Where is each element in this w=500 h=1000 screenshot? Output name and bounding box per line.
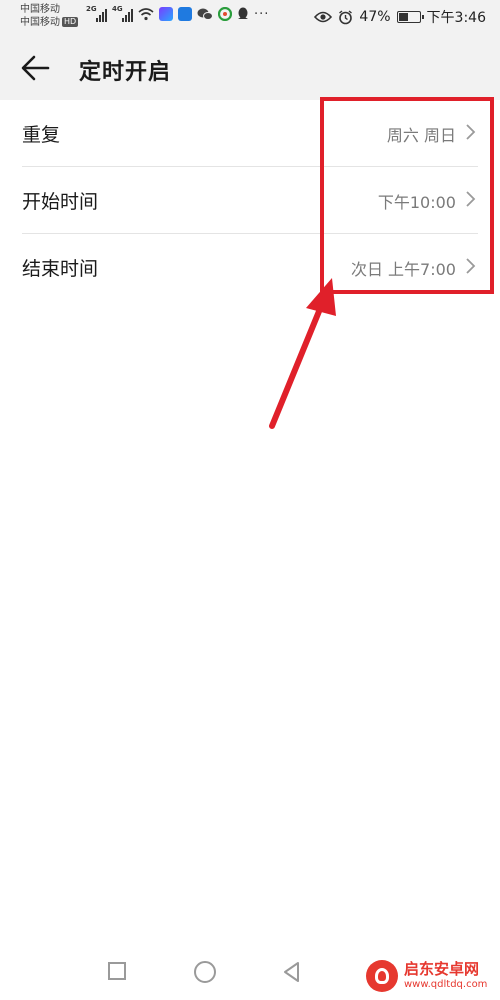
- status-bar: 中国移动 中国移动 HD 2G 4G ··· 47% 下午3:46: [0, 0, 500, 34]
- carrier-info: 中国移动 中国移动 HD: [20, 3, 79, 29]
- eye-icon: [314, 11, 333, 23]
- clock: 下午3:46: [426, 10, 486, 26]
- home-icon[interactable]: [194, 961, 216, 983]
- status-icons: 2G 4G ···: [86, 5, 270, 22]
- header: 定时开启: [0, 34, 500, 100]
- wifi-icon: [138, 8, 154, 21]
- repeat-label: 重复: [22, 124, 61, 146]
- carrier-2: 中国移动: [20, 17, 60, 28]
- hd-badge: HD: [62, 17, 79, 27]
- carrier-1: 中国移动: [20, 4, 60, 15]
- alarm-icon: [339, 9, 353, 24]
- back-icon[interactable]: [281, 961, 303, 983]
- watermark: 启东安卓网 www.qdltdq.com: [366, 956, 496, 996]
- page-title: 定时开启: [79, 60, 172, 85]
- carrier-2-row: 中国移动 HD: [20, 16, 79, 29]
- qq-icon: [238, 7, 248, 19]
- end-time-label: 结束时间: [22, 258, 99, 280]
- arrow-left-icon[interactable]: [18, 50, 54, 86]
- battery-icon: [396, 11, 424, 23]
- watermark-url: www.qdltdq.com: [404, 979, 488, 990]
- signal-icon: 2G: [86, 5, 107, 22]
- wechat-icon: [197, 8, 213, 20]
- start-time-label: 开始时间: [22, 191, 99, 213]
- watermark-name: 启东安卓网: [404, 960, 480, 978]
- screen: 中国移动 中国移动 HD 2G 4G ··· 47% 下午3:46 定时开启 重…: [0, 0, 500, 1000]
- battery-percent: 47%: [359, 9, 391, 25]
- nav-bar: 启东安卓网 www.qdltdq.com: [0, 946, 500, 1000]
- signal-icon: 4G: [112, 5, 133, 22]
- recent-apps-icon[interactable]: [108, 962, 126, 980]
- annotation-highlight-box: [320, 97, 494, 294]
- browser-icon: [218, 7, 232, 21]
- network-type-1: 2G: [86, 5, 97, 13]
- annotation-arrow-icon: [269, 278, 336, 429]
- shield-app-icon: [178, 7, 192, 21]
- battery-fill: [398, 13, 408, 21]
- more-icon: ···: [254, 6, 270, 22]
- network-type-2: 4G: [112, 5, 123, 13]
- watermark-logo-icon: [366, 960, 398, 992]
- video-app-icon: [159, 7, 173, 21]
- status-right: 47% 下午3:46: [314, 7, 486, 27]
